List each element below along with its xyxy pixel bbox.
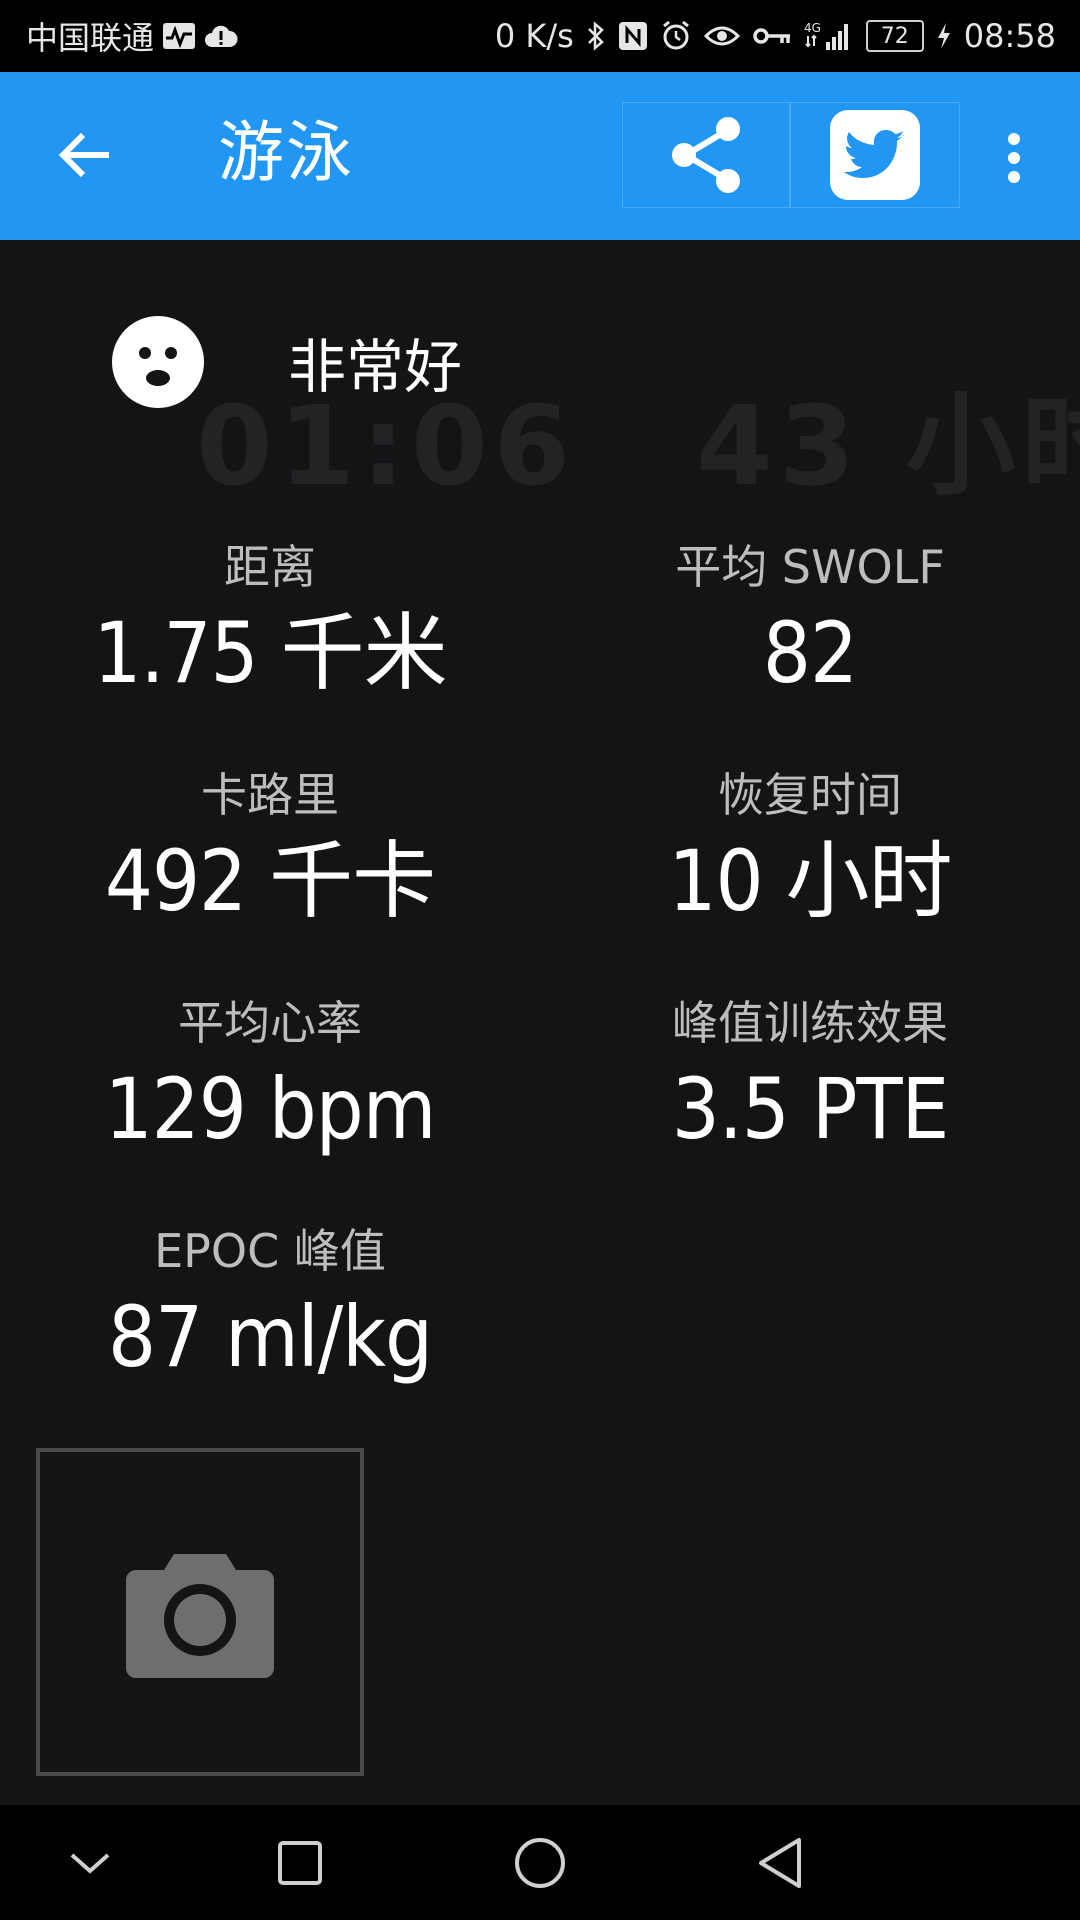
- chevron-down-icon: [70, 1853, 110, 1874]
- svg-text:4G: 4G: [804, 21, 821, 35]
- stat-label: EPOC 峰值: [154, 1224, 386, 1278]
- stat-value: 129 bpm: [104, 1060, 437, 1159]
- status-bar: 中国联通 0 K/s 4G 72 08:58: [0, 0, 1080, 72]
- stat-calories: 卡路里 492 千卡: [20, 768, 520, 932]
- back-nav-button[interactable]: [744, 1827, 816, 1899]
- twitter-icon: [830, 110, 920, 200]
- stat-value: 82: [762, 604, 858, 703]
- share-icon: [672, 117, 740, 193]
- stat-value: 10 小时: [668, 832, 952, 931]
- stat-distance: 距离 1.75 千米: [20, 540, 520, 704]
- stat-value: 3.5 PTE: [671, 1060, 950, 1159]
- stat-value: 492 千卡: [104, 832, 436, 931]
- camera-icon: [126, 1554, 274, 1678]
- more-vert-icon: [1008, 133, 1020, 183]
- app-bar: 游泳: [0, 72, 1080, 240]
- net-speed: 0 K/s: [494, 17, 574, 55]
- stat-avg-heart-rate: 平均心率 129 bpm: [20, 996, 520, 1160]
- back-button[interactable]: [50, 120, 120, 190]
- add-photo-button[interactable]: [36, 1448, 364, 1776]
- home-icon: [515, 1838, 565, 1888]
- stat-recovery-time: 恢复时间 10 小时: [560, 768, 1060, 932]
- hide-nav-button[interactable]: [54, 1827, 126, 1899]
- workout-detail-screen: 中国联通 0 K/s 4G 72 08:58 游泳 01:06 43 小 非常好…: [0, 0, 1080, 1920]
- feeling-row: 非常好: [112, 316, 462, 408]
- clock: 08:58: [963, 17, 1056, 55]
- nfc-icon: [618, 21, 648, 51]
- charging-icon: [936, 22, 952, 50]
- stat-epoc-peak: EPOC 峰值 87 ml/kg: [20, 1224, 520, 1388]
- system-nav-bar: [0, 1805, 1080, 1920]
- back-triangle-icon: [759, 1838, 801, 1888]
- bluetooth-icon: [586, 20, 606, 52]
- stat-label: 峰值训练效果: [672, 996, 948, 1050]
- workout-content: 01:0643 小时 非常好 距离 1.75 千米 平均 SWOLF 82 卡路…: [0, 240, 1080, 1805]
- stat-label: 距离: [224, 540, 316, 594]
- cloud-alert-icon: [204, 23, 238, 49]
- stat-avg-swolf: 平均 SWOLF 82: [560, 540, 1060, 704]
- home-button[interactable]: [504, 1827, 576, 1899]
- background-hours: 43 小时: [696, 382, 1080, 510]
- eye-icon: [703, 23, 740, 49]
- stat-label: 平均心率: [178, 996, 362, 1050]
- back-arrow-icon: [59, 132, 109, 178]
- stat-value: 1.75 千米: [93, 604, 447, 703]
- page-title: 游泳: [218, 114, 354, 191]
- stat-label: 平均 SWOLF: [675, 540, 945, 594]
- twitter-share-button[interactable]: [790, 102, 960, 208]
- alarm-icon: [660, 20, 692, 52]
- signal-4g-icon: 4G: [804, 20, 854, 52]
- share-button[interactable]: [622, 102, 790, 208]
- stat-label: 恢复时间: [718, 768, 902, 822]
- recent-apps-icon: [278, 1841, 322, 1885]
- stat-value: 87 ml/kg: [108, 1288, 433, 1387]
- stat-peak-training-effect: 峰值训练效果 3.5 PTE: [560, 996, 1060, 1160]
- happy-face-icon: [112, 316, 204, 408]
- activity-icon: [162, 22, 196, 50]
- recent-apps-button[interactable]: [264, 1827, 336, 1899]
- battery-icon: 72: [865, 20, 924, 52]
- overflow-menu-button[interactable]: [992, 128, 1036, 188]
- feeling-label: 非常好: [288, 333, 463, 401]
- stat-label: 卡路里: [201, 768, 339, 822]
- key-icon: [752, 24, 792, 48]
- carrier-label: 中国联通: [26, 19, 155, 57]
